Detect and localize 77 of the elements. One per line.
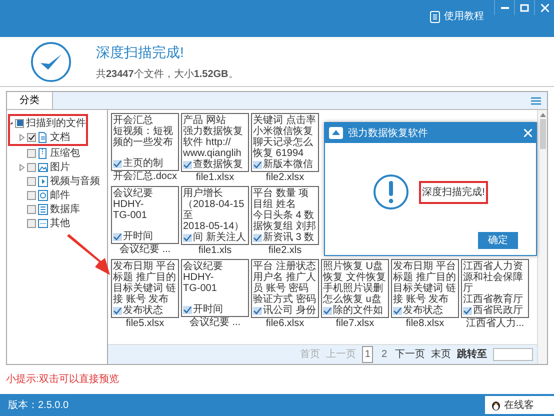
document-icon [38, 132, 48, 142]
category-tab[interactable]: 分类 [7, 92, 53, 109]
check-icon [323, 306, 332, 314]
check-icon [253, 306, 262, 314]
checkbox[interactable] [27, 204, 36, 214]
scan-summary: 共23447个文件，大小1.52GB。 [96, 68, 238, 82]
dialog-title: 强力数据恢复软件 [348, 126, 429, 140]
scroll-thumb[interactable] [540, 119, 546, 149]
archive-icon [38, 148, 48, 158]
check-icon [113, 232, 122, 240]
file-name: 江西省人力... [464, 318, 526, 330]
file-preview[interactable]: 江西省人力资 源和社会保障 厅 江西省教育厅 西省民政厅 [461, 259, 529, 318]
file-preview[interactable]: 会议纪要 HDHY- TG-001 开时间 [181, 259, 249, 317]
page-number[interactable]: 2 [379, 347, 389, 362]
checkbox[interactable] [27, 218, 36, 228]
check-icon [113, 306, 122, 314]
page-link[interactable]: 下一页 [395, 347, 425, 362]
tutorial-button[interactable]: 使用教程 [430, 9, 484, 24]
support-button[interactable]: 在线客 [485, 396, 554, 414]
checkbox[interactable] [15, 118, 24, 128]
scrollbar[interactable] [537, 110, 547, 364]
penguin-icon [491, 399, 501, 411]
checkbox[interactable] [27, 190, 36, 200]
collapse-icon[interactable] [10, 120, 13, 126]
check-icon [183, 160, 192, 168]
check-icon [253, 160, 262, 168]
dialog-message: 深度扫描完成! [419, 180, 488, 204]
document-icon [430, 10, 440, 22]
tree-item[interactable]: 视频与音频 [50, 174, 100, 188]
check-icon [463, 306, 472, 314]
confirm-button[interactable]: 确定 [478, 232, 518, 249]
jump-label: 跳转至 [457, 348, 487, 362]
file-name: file5.xlsx [124, 318, 166, 330]
file-preview[interactable]: 开会汇总 短视频：短视 频的一些发布 主页的制 [111, 113, 179, 171]
file-preview[interactable]: 会议纪要 HDHY- TG-001 开时间 [111, 186, 179, 244]
file-name: file8.xlsx [404, 318, 446, 330]
hint-text: 小提示:双击可以直接预览 [6, 372, 120, 387]
expand-icon[interactable] [19, 164, 25, 170]
scan-complete-title: 深度扫描完成! [96, 42, 185, 62]
file-name: 开会汇总.docx [112, 171, 178, 183]
page-link[interactable]: 末页 [431, 347, 451, 362]
scroll-up-icon[interactable] [540, 113, 546, 117]
tree-item[interactable]: 其他 [50, 216, 70, 230]
checkbox[interactable] [27, 176, 36, 186]
check-circle-icon [30, 40, 72, 82]
check-icon [183, 234, 192, 242]
file-name: file2.xls [267, 245, 303, 257]
file-name: file1.xlsx [194, 172, 236, 184]
menu-icon[interactable] [531, 97, 541, 105]
file-name: 会议纪要 ... [188, 317, 242, 329]
file-name: file2.xlsx [264, 172, 306, 184]
checkbox[interactable] [27, 132, 36, 142]
list-icon [38, 204, 48, 214]
circle-icon [38, 190, 48, 200]
file-name: file1.xls [197, 245, 233, 257]
image-icon [38, 162, 48, 172]
check-icon [393, 306, 402, 314]
tree-item[interactable]: 邮件 [50, 188, 70, 202]
file-name: file6.xlsx [264, 318, 306, 330]
tree-item[interactable]: 数据库 [50, 202, 80, 216]
page-number[interactable]: 1 [362, 346, 374, 363]
exclamation-icon [373, 174, 410, 210]
check-icon [113, 160, 122, 168]
checkbox[interactable] [27, 162, 36, 172]
file-name: file7.xlsx [334, 318, 376, 330]
check-icon [183, 306, 192, 314]
checkbox[interactable] [27, 148, 36, 158]
tree-item[interactable]: 压缩包 [50, 146, 80, 160]
expand-icon[interactable] [19, 134, 25, 140]
play-icon [38, 176, 48, 186]
version-label: 版本：2.5.0.0 [8, 398, 69, 412]
check-icon [253, 234, 262, 242]
dots-icon [38, 218, 48, 228]
page-input[interactable] [493, 348, 533, 361]
app-logo-icon [329, 127, 343, 139]
tree-item[interactable]: 图片 [50, 160, 70, 174]
file-name: 会议纪要 ... [118, 244, 172, 256]
